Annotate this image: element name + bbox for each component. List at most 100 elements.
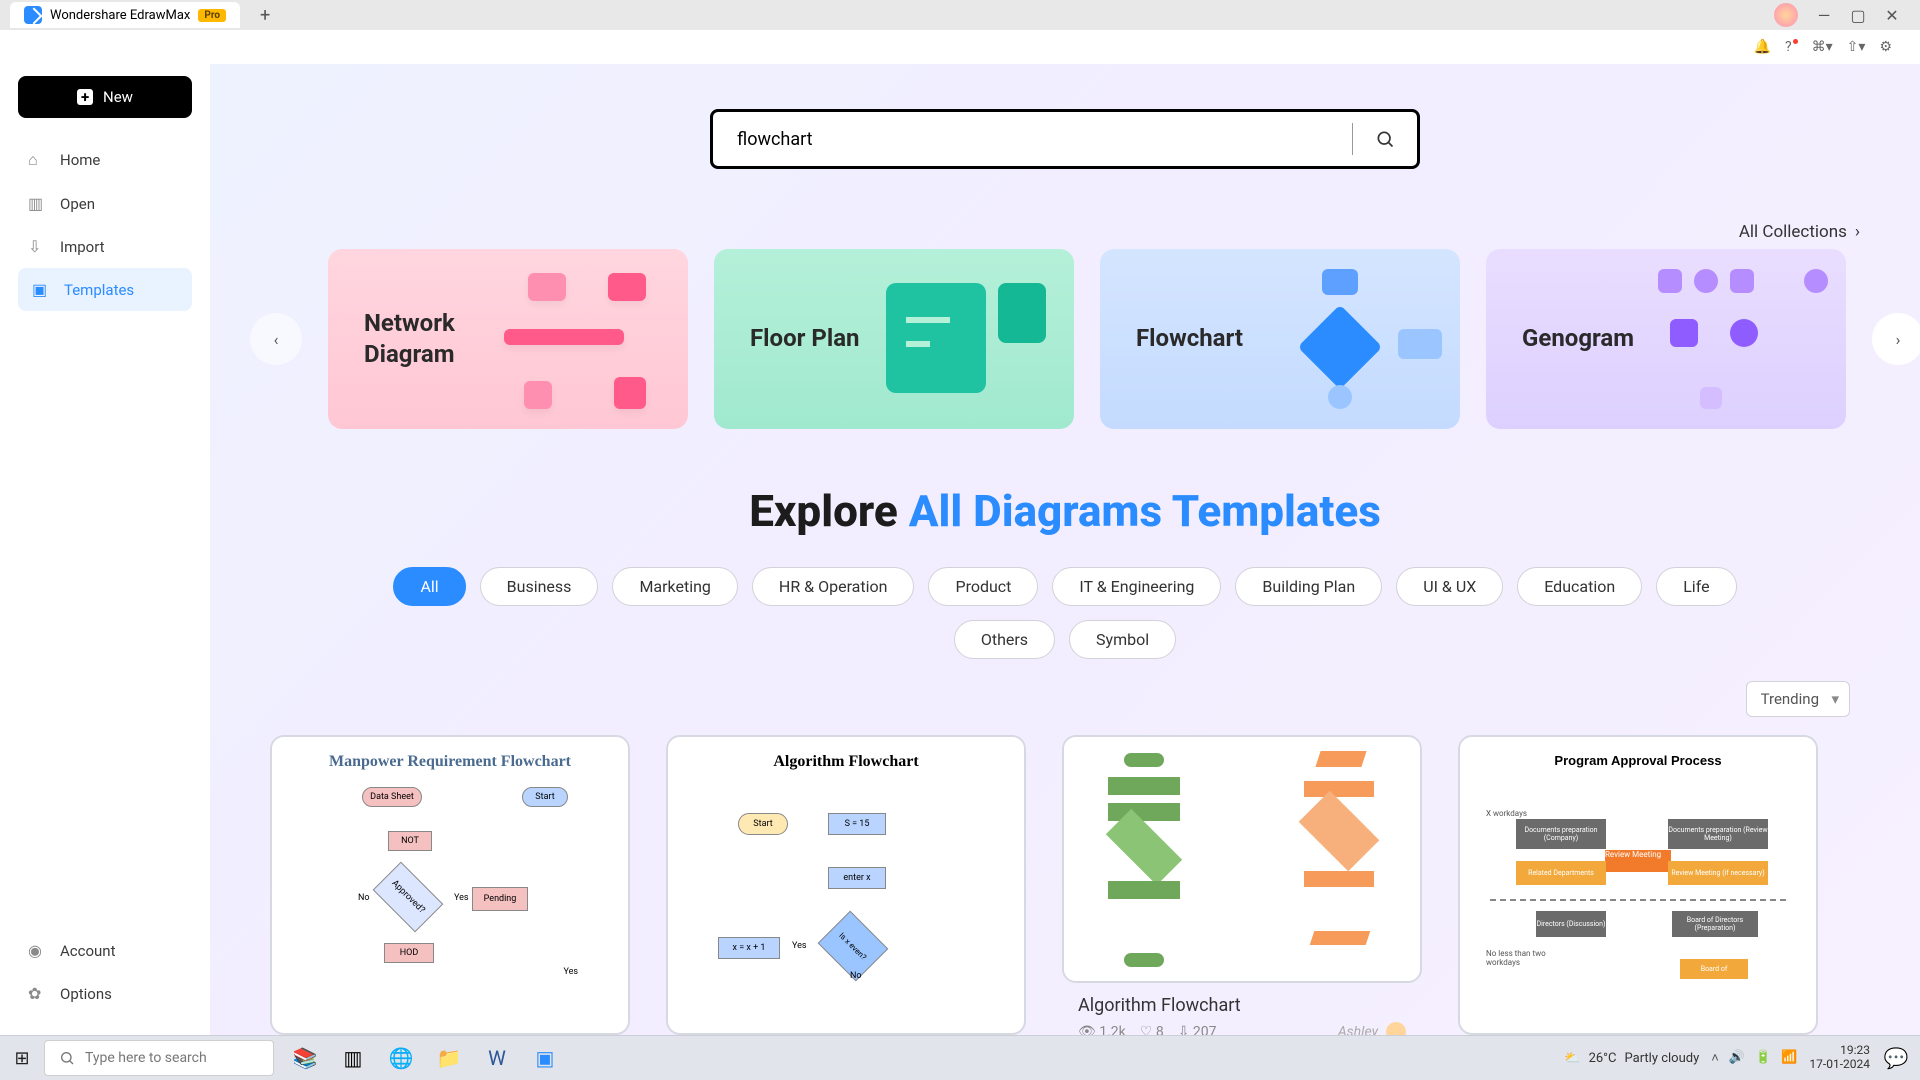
new-label: New bbox=[103, 88, 133, 106]
cloud-icon[interactable]: ⇧▾ bbox=[1847, 39, 1866, 55]
filter-hr[interactable]: HR & Operation bbox=[752, 567, 915, 606]
category-label: Flowchart bbox=[1136, 323, 1243, 354]
sort-dropdown[interactable]: Trending bbox=[1746, 681, 1850, 717]
carousel-prev-button[interactable]: ‹ bbox=[250, 313, 302, 365]
import-icon: ⇩ bbox=[28, 237, 46, 256]
template-title: Manpower Requirement Flowchart bbox=[272, 753, 628, 771]
bell-icon[interactable]: 🔔 bbox=[1754, 39, 1771, 55]
sidebar-item-label: Import bbox=[60, 238, 105, 256]
category-network-diagram[interactable]: Network Diagram bbox=[328, 249, 688, 429]
weather-widget[interactable]: ⛅ 26°C Partly cloudy bbox=[1564, 1051, 1699, 1066]
filter-others[interactable]: Others bbox=[954, 620, 1055, 659]
pro-badge: Pro bbox=[198, 9, 226, 22]
sidebar-item-label: Options bbox=[60, 985, 112, 1003]
help-icon[interactable]: ? bbox=[1785, 39, 1798, 55]
search-button[interactable] bbox=[1353, 129, 1417, 149]
floor-plan-icon bbox=[886, 269, 1056, 409]
sidebar-item-options[interactable]: ✿ Options bbox=[0, 972, 210, 1015]
windows-taskbar: ⊞ Type here to search 📚 ▥ 🌐 📁 W ▣ ⛅ 26°C… bbox=[0, 1035, 1920, 1080]
options-icon: ✿ bbox=[28, 984, 46, 1003]
chevron-right-icon: › bbox=[1855, 222, 1860, 242]
filter-education[interactable]: Education bbox=[1517, 567, 1642, 606]
category-flowchart[interactable]: Flowchart bbox=[1100, 249, 1460, 429]
template-card[interactable]: Algorithm Flowchart Start S = 15 enter x… bbox=[666, 735, 1026, 1035]
main-content: All Collections › ‹ Network Diagram bbox=[210, 64, 1920, 1035]
open-icon: ▥ bbox=[28, 194, 46, 213]
sidebar-item-account[interactable]: ◉ Account bbox=[0, 929, 210, 972]
edge-icon[interactable]: 🌐 bbox=[380, 1037, 422, 1079]
explorer-icon[interactable]: 📁 bbox=[428, 1037, 470, 1079]
template-meta: 👁 1.2k ♡ 8 ⇩ 207 Ashley bbox=[1062, 1020, 1422, 1035]
template-grid: Manpower Requirement Flowchart Data Shee… bbox=[210, 717, 1920, 1035]
task-view-icon[interactable]: ▥ bbox=[332, 1037, 374, 1079]
system-tray[interactable]: ˄ 🔊 🔋 📶 bbox=[1711, 1050, 1797, 1066]
network-diagram-icon bbox=[500, 269, 670, 409]
sidebar-item-open[interactable]: ▥ Open bbox=[0, 182, 210, 225]
sidebar-item-label: Home bbox=[60, 151, 100, 169]
wifi-icon[interactable]: 📶 bbox=[1781, 1050, 1797, 1066]
sidebar-item-label: Account bbox=[60, 942, 116, 960]
search-icon bbox=[1375, 129, 1395, 149]
filter-life[interactable]: Life bbox=[1656, 567, 1736, 606]
filter-product[interactable]: Product bbox=[928, 567, 1038, 606]
carousel-next-button[interactable]: › bbox=[1872, 313, 1920, 365]
minimize-button[interactable]: — bbox=[1816, 7, 1832, 23]
sidebar-item-home[interactable]: ⌂ Home bbox=[0, 138, 210, 182]
flowchart-icon bbox=[1272, 269, 1442, 409]
taskbar-search[interactable]: Type here to search bbox=[44, 1040, 274, 1076]
category-genogram[interactable]: Genogram bbox=[1486, 249, 1846, 429]
taskbar-books-icon[interactable]: 📚 bbox=[284, 1037, 326, 1079]
filter-building[interactable]: Building Plan bbox=[1235, 567, 1382, 606]
sidebar-item-import[interactable]: ⇩ Import bbox=[0, 225, 210, 268]
sidebar-item-templates[interactable]: ▣ Templates bbox=[18, 268, 192, 311]
templates-icon: ▣ bbox=[32, 280, 50, 299]
start-button[interactable]: ⊞ bbox=[0, 1048, 44, 1069]
battery-icon[interactable]: 🔋 bbox=[1755, 1050, 1771, 1066]
new-button[interactable]: + New bbox=[18, 76, 192, 118]
new-tab-button[interactable]: + bbox=[260, 5, 270, 26]
category-label: Network Diagram bbox=[364, 308, 514, 370]
template-card[interactable]: Program Approval Process Review Meeting … bbox=[1458, 735, 1818, 1035]
category-label: Genogram bbox=[1522, 323, 1634, 354]
filter-bar: All Business Marketing HR & Operation Pr… bbox=[210, 567, 1920, 659]
app-tab[interactable]: Wondershare EdrawMax Pro bbox=[10, 2, 240, 28]
all-collections-link[interactable]: All Collections › bbox=[1739, 222, 1860, 242]
filter-uiux[interactable]: UI & UX bbox=[1396, 567, 1503, 606]
edrawmax-icon[interactable]: ▣ bbox=[524, 1037, 566, 1079]
weather-icon: ⛅ bbox=[1564, 1051, 1580, 1066]
plus-icon: + bbox=[77, 89, 93, 105]
search-icon bbox=[59, 1050, 75, 1066]
sidebar-item-label: Open bbox=[60, 195, 95, 213]
filter-marketing[interactable]: Marketing bbox=[612, 567, 737, 606]
template-card[interactable]: Algorithm Flowchart 👁 1.2k ♡ 8 ⇩ 207 Ash… bbox=[1062, 735, 1422, 1035]
gear-icon[interactable]: ⚙ bbox=[1879, 39, 1892, 55]
search-box bbox=[710, 109, 1420, 169]
notifications-icon[interactable]: 💬 bbox=[1882, 1037, 1910, 1079]
taskbar-clock[interactable]: 19:23 17-01-2024 bbox=[1809, 1044, 1870, 1072]
template-card[interactable]: Manpower Requirement Flowchart Data Shee… bbox=[270, 735, 630, 1035]
account-icon: ◉ bbox=[28, 941, 46, 960]
filter-all[interactable]: All bbox=[393, 567, 465, 606]
app-name: Wondershare EdrawMax bbox=[50, 8, 190, 23]
search-input[interactable] bbox=[713, 129, 1352, 150]
sidebar-item-label: Templates bbox=[64, 281, 134, 299]
chevron-up-icon[interactable]: ˄ bbox=[1711, 1050, 1719, 1066]
app-logo-icon bbox=[24, 6, 42, 24]
filter-business[interactable]: Business bbox=[480, 567, 599, 606]
close-button[interactable]: ✕ bbox=[1884, 7, 1900, 23]
shortcuts-icon[interactable]: ⌘▾ bbox=[1812, 39, 1833, 55]
genogram-icon bbox=[1658, 269, 1828, 409]
template-title: Program Approval Process bbox=[1460, 753, 1816, 768]
filter-it[interactable]: IT & Engineering bbox=[1052, 567, 1221, 606]
maximize-button[interactable]: ▢ bbox=[1850, 7, 1866, 23]
word-icon[interactable]: W bbox=[476, 1037, 518, 1079]
home-icon: ⌂ bbox=[28, 150, 46, 170]
volume-icon[interactable]: 🔊 bbox=[1729, 1050, 1745, 1066]
explore-heading: Explore All Diagrams Templates bbox=[210, 485, 1920, 537]
filter-symbol[interactable]: Symbol bbox=[1069, 620, 1176, 659]
sidebar: + New ⌂ Home ▥ Open ⇩ Import ▣ Templates… bbox=[0, 64, 210, 1035]
template-caption: Algorithm Flowchart bbox=[1062, 983, 1422, 1020]
user-avatar-icon[interactable] bbox=[1774, 3, 1798, 27]
category-floor-plan[interactable]: Floor Plan bbox=[714, 249, 1074, 429]
app-toolbar: 🔔 ? ⌘▾ ⇧▾ ⚙ bbox=[0, 30, 1920, 64]
